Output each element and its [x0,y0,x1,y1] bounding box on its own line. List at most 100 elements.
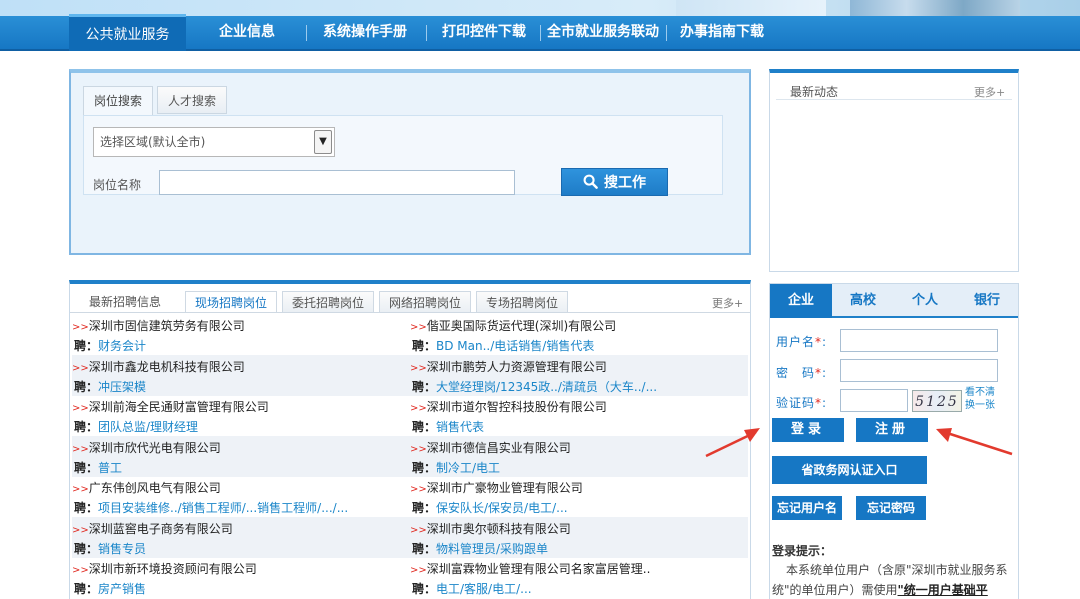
positions-link[interactable]: 财务会计 [98,339,146,353]
username-label: 用户名*: [776,333,827,350]
tab-latest-recruitment[interactable]: 最新招聘信息 [84,291,166,313]
positions-prefix: 聘： [412,379,437,394]
company-link[interactable]: >>偕亚奥国际货运代理(深圳)有限公司 [410,317,616,334]
company-link[interactable]: >>深圳市奥尔顿科技有限公司 [410,520,571,537]
table-row: >>深圳市鑫龙电机科技有限公司 聘：冲压架模 >>深圳市鹏劳人力资源管理有限公司 聘：… [72,354,748,396]
positions-link[interactable]: 冲压架模 [98,380,146,394]
positions-prefix: 聘： [74,460,99,475]
captcha-refresh-link[interactable]: 看不清 换一张 [965,386,995,412]
positions-link[interactable]: 项目安装维修../销售工程师/...销售工程师/.../... [98,501,348,515]
search-icon [583,174,598,189]
region-select-value: 选择区域(默认全市) [100,135,206,149]
positions-link[interactable]: 普工 [98,461,122,475]
company-link[interactable]: >>深圳市德信昌实业有限公司 [410,439,571,456]
positions-prefix: 聘： [74,420,99,434]
positions-link[interactable]: 保安队长/保安员/电工/... [436,501,568,515]
captcha-image[interactable]: 5125 [912,390,962,412]
username-label-text: 用户名 [776,335,816,349]
positions-link[interactable]: BD Man../电话销售/销售代表 [436,339,594,353]
divider [776,99,1012,100]
list-marker: >> [410,362,427,374]
label-colon: : [822,335,828,349]
login-tab-personal[interactable]: 个人 [894,284,956,318]
positions-prefix: 聘： [412,339,437,353]
positions-link[interactable]: 销售专员 [98,542,146,556]
list-marker: >> [72,322,89,333]
captcha-label-text: 验证码 [776,396,816,410]
nav-citywide-employment-linkage[interactable]: 全市就业服务联动 [544,16,662,49]
nav-public-employment-service[interactable]: 公共就业服务 [69,14,186,51]
forgot-password-button[interactable]: 忘记密码 [856,496,926,520]
annotation-arrows [705,428,1013,458]
search-panel: 岗位搜索 人才搜索 选择区域(默认全市) ▼ 岗位名称 搜工作 [69,69,751,255]
tab-onsite-recruitment[interactable]: 现场招聘岗位 [185,291,277,313]
positions-link[interactable]: 电工/客服/电工/... [436,582,532,596]
positions-prefix: 聘： [74,501,99,515]
forgot-username-button[interactable]: 忘记用户名 [772,496,842,520]
company-name: 广东伟创风电气有限公司 [88,481,221,495]
tab-entrusted-recruitment[interactable]: 委托招聘岗位 [282,291,374,313]
jobs-more-link[interactable]: 更多+ [712,295,743,311]
required-mark: * [815,335,823,349]
chevron-down-icon[interactable]: ▼ [314,130,332,154]
positions-link[interactable]: 销售代表 [436,420,484,434]
job-listing: >>偕亚奥国际货运代理(深圳)有限公司 聘：BD Man../电话销售/销售代表 [410,314,748,355]
positions-link[interactable]: 制冷工/电工 [436,461,500,475]
search-job-button[interactable]: 搜工作 [561,168,668,196]
tab-talent-search[interactable]: 人才搜索 [157,86,227,114]
nav-print-control-download[interactable]: 打印控件下载 [432,16,536,49]
company-link[interactable]: >>深圳市广豪物业管理有限公司 [410,479,583,496]
positions-line: 聘：房产销售 [74,580,146,597]
positions-line: 聘：销售代表 [412,418,484,435]
login-tab-bank[interactable]: 银行 [956,284,1018,318]
tab-position-search[interactable]: 岗位搜索 [83,86,153,116]
login-tip-title: 登录提示： [772,544,833,558]
tab-online-recruitment[interactable]: 网络招聘岗位 [379,291,471,313]
company-link[interactable]: >>深圳市新环境投资顾问有限公司 [72,560,257,577]
job-listing: >>深圳市新环境投资顾问有限公司 聘：房产销售 [72,557,410,598]
position-name-label: 岗位名称 [93,178,142,192]
login-tab-university[interactable]: 高校 [832,284,894,318]
password-input[interactable] [840,359,998,382]
positions-line: 聘：销售专员 [74,540,146,557]
login-tab-enterprise[interactable]: 企业 [770,284,832,318]
company-link[interactable]: >>广东伟创风电气有限公司 [72,479,221,496]
company-name: 深圳富霖物业管理有限公司名家富居管理.. [426,562,651,576]
company-name: 深圳市广豪物业管理有限公司 [426,481,583,495]
region-select[interactable]: 选择区域(默认全市) ▼ [93,127,335,157]
company-link[interactable]: >>深圳蓝窖电子商务有限公司 [72,520,233,537]
nav-guide-download[interactable]: 办事指南下载 [672,16,772,49]
list-marker: >> [72,443,89,455]
positions-link[interactable]: 团队总监/理财经理 [98,420,198,434]
positions-prefix: 聘： [74,379,99,394]
positions-link[interactable]: 大堂经理岗/12345政../清疏员（大车../... [436,380,657,394]
tab-special-recruitment[interactable]: 专场招聘岗位 [476,291,568,313]
nav-separator [666,25,667,41]
list-marker: >> [72,524,89,536]
job-listing: >>深圳市鹏劳人力资源管理有限公司 聘：大堂经理岗/12345政../清疏员（大车… [410,355,748,396]
login-tip-bold[interactable]: "统一用户基础平 [898,583,988,597]
list-marker: >> [410,484,427,495]
username-input[interactable] [840,329,998,352]
company-link[interactable]: >>深圳市固信建筑劳务有限公司 [72,317,245,334]
captcha-input[interactable] [840,389,908,412]
positions-line: 聘：BD Man../电话销售/销售代表 [412,337,594,354]
positions-prefix: 聘： [74,541,99,556]
nav-operation-manual[interactable]: 系统操作手册 [312,16,418,49]
company-link[interactable]: >>深圳前海全民通财富管理有限公司 [72,398,269,415]
nav-separator [426,25,427,41]
company-link[interactable]: >>深圳富霖物业管理有限公司名家富居管理.. [410,560,650,577]
banner-image-left [676,0,826,16]
company-link[interactable]: >>深圳市鹏劳人力资源管理有限公司 [410,358,607,375]
nav-enterprise-info[interactable]: 企业信息 [198,16,296,49]
captcha-label: 验证码*: [776,394,827,411]
news-more-link[interactable]: 更多+ [974,84,1005,100]
company-link[interactable]: >>深圳市道尔智控科技股份有限公司 [410,398,607,415]
login-tip-text: 本系统单位用户（含原"深圳市就业服务系统"的单位用户）需使用"统一用户基础平 [772,560,1012,599]
company-link[interactable]: >>深圳市欣代光电有限公司 [72,439,221,456]
job-listing: >>深圳富霖物业管理有限公司名家富居管理.. 聘：电工/客服/电工/... [410,557,748,598]
position-name-input[interactable] [159,170,515,195]
positions-link[interactable]: 物料管理员/采购跟单 [436,542,548,556]
company-link[interactable]: >>深圳市鑫龙电机科技有限公司 [72,358,245,375]
positions-link[interactable]: 房产销售 [98,582,146,596]
